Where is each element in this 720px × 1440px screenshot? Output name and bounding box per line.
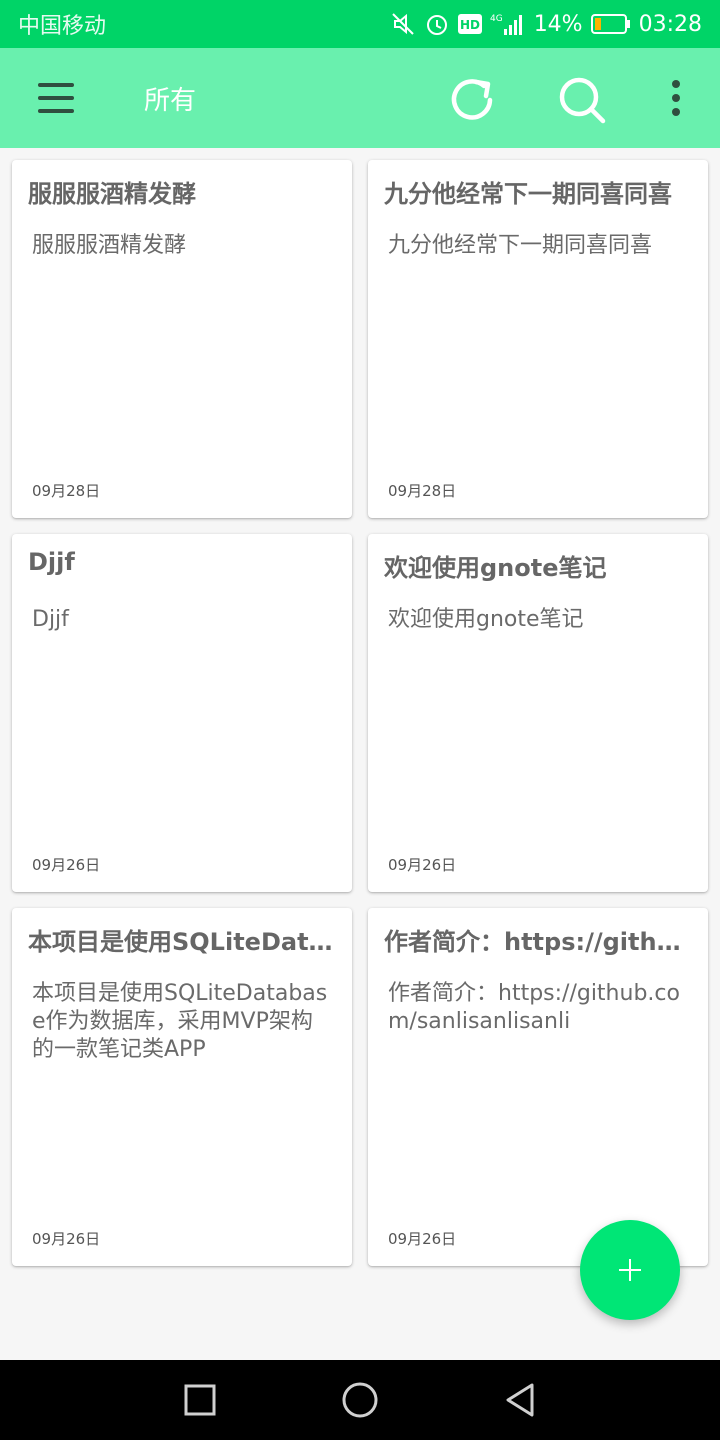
note-body: 九分他经常下一期同喜同喜 bbox=[388, 233, 653, 258]
recent-apps-icon[interactable] bbox=[180, 1380, 220, 1420]
alarm-icon bbox=[424, 11, 450, 37]
note-card[interactable]: 本项目是使用SQLiteDatabase作为数据库，采用MVP架构的一款笔记类A… bbox=[12, 908, 352, 1266]
clock: 03:28 bbox=[638, 11, 702, 37]
note-body: 作者简介：https://github.com/sanlisanlisanli bbox=[388, 981, 680, 1034]
screen: 中国移动 HD 4G 14% 03:28 所有 服服服酒精发酵 服服服酒精发酵 … bbox=[0, 0, 720, 1440]
note-title: 九分他经常下一期同喜同喜 bbox=[384, 180, 672, 208]
battery-icon bbox=[590, 13, 631, 35]
note-title: Djjf bbox=[28, 548, 75, 576]
note-body: 服服服酒精发酵 bbox=[32, 233, 187, 258]
hd-icon: HD bbox=[457, 13, 482, 35]
signal-icon: 4G bbox=[490, 11, 526, 37]
svg-text:4G: 4G bbox=[490, 14, 503, 24]
home-icon[interactable] bbox=[340, 1380, 380, 1420]
note-card[interactable]: 欢迎使用gnote笔记 欢迎使用gnote笔记 09月26日 bbox=[368, 534, 708, 892]
search-icon[interactable] bbox=[556, 74, 608, 126]
note-date: 09月26日 bbox=[32, 856, 101, 874]
add-note-button[interactable] bbox=[580, 1220, 680, 1320]
navigation-bar bbox=[0, 1360, 720, 1440]
note-body: 欢迎使用gnote笔记 bbox=[388, 607, 584, 632]
plus-icon bbox=[619, 1259, 641, 1281]
menu-icon[interactable] bbox=[38, 83, 74, 113]
note-body: 本项目是使用SQLiteDatabase作为数据库，采用MVP架构的一款笔记类A… bbox=[32, 981, 328, 1062]
note-date: 09月26日 bbox=[388, 1230, 457, 1248]
refresh-icon[interactable] bbox=[446, 74, 498, 126]
battery-percent: 14% bbox=[533, 11, 583, 37]
note-title: 作者简介：https://github.com/sanlisanlisanli bbox=[384, 928, 692, 956]
page-title: 所有 bbox=[144, 86, 197, 116]
back-icon[interactable] bbox=[500, 1380, 540, 1420]
mute-icon bbox=[390, 11, 416, 37]
svg-text:HD: HD bbox=[460, 18, 480, 32]
note-title: 欢迎使用gnote笔记 bbox=[384, 554, 607, 582]
note-card[interactable]: Djjf Djjf 09月26日 bbox=[12, 534, 352, 892]
status-bar: 中国移动 HD 4G 14% 03:28 bbox=[0, 0, 720, 48]
note-date: 09月28日 bbox=[32, 482, 101, 500]
note-title: 服服服酒精发酵 bbox=[28, 180, 196, 208]
note-card[interactable]: 九分他经常下一期同喜同喜 九分他经常下一期同喜同喜 09月28日 bbox=[368, 160, 708, 518]
note-card[interactable]: 服服服酒精发酵 服服服酒精发酵 09月28日 bbox=[12, 160, 352, 518]
note-body: Djjf bbox=[32, 607, 69, 632]
note-date: 09月26日 bbox=[32, 1230, 101, 1248]
app-bar: 所有 bbox=[0, 48, 720, 148]
note-title: 本项目是使用SQLiteDatabase作为数据库，采用MVP架构的一款笔记类A… bbox=[28, 928, 336, 956]
status-icons: HD 4G 14% 03:28 bbox=[390, 11, 702, 37]
note-date: 09月28日 bbox=[388, 482, 457, 500]
carrier-label: 中国移动 bbox=[18, 14, 107, 39]
note-card[interactable]: 作者简介：https://github.com/sanlisanlisanli … bbox=[368, 908, 708, 1266]
more-options-icon[interactable] bbox=[664, 80, 688, 116]
note-date: 09月26日 bbox=[388, 856, 457, 874]
